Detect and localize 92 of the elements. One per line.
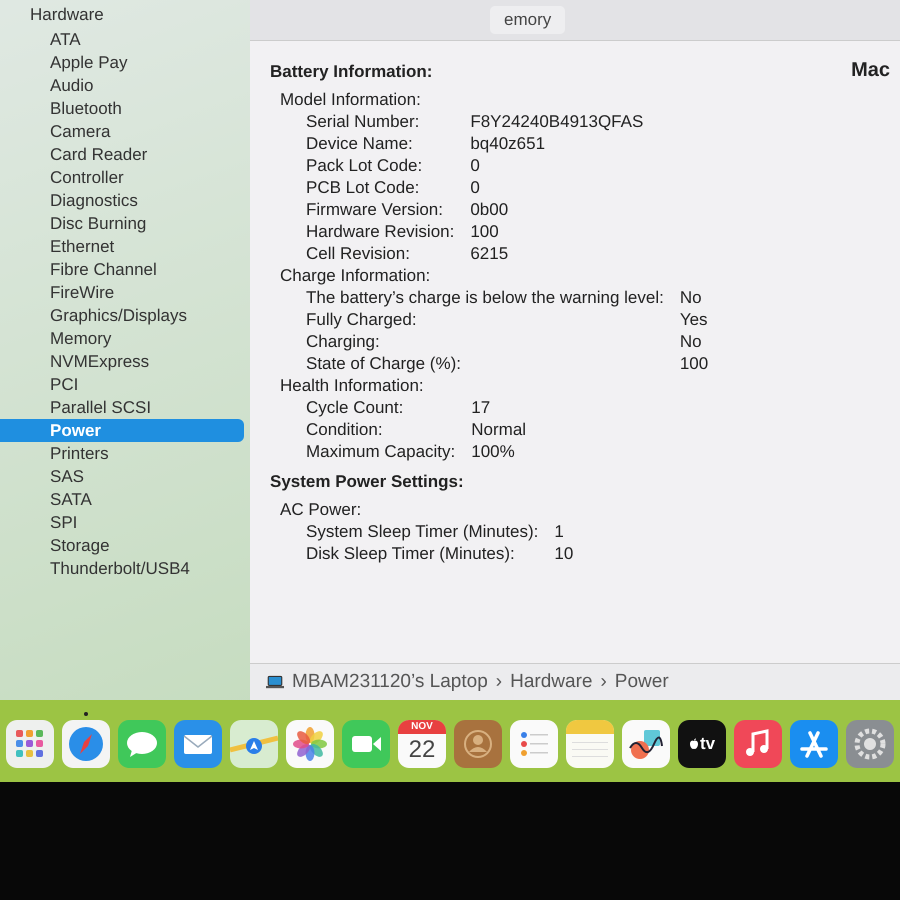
sidebar-item[interactable]: Storage [0, 534, 244, 557]
section-title: System Power Settings: [270, 471, 464, 493]
property-label: Device Name: [306, 133, 414, 155]
sidebar-item[interactable]: Parallel SCSI [0, 396, 244, 419]
sidebar-item[interactable]: Apple Pay [0, 51, 244, 74]
property-label: Disk Sleep Timer (Minutes): [306, 543, 516, 565]
segment-tab[interactable]: emory [490, 6, 566, 34]
sidebar-item[interactable]: Disc Burning [0, 212, 244, 235]
group-label: Model Information: [279, 89, 422, 111]
property-value: 100 [680, 353, 708, 375]
tv-label: tv [700, 734, 716, 754]
property-value: 0b00 [470, 199, 510, 221]
property-value: 17 [471, 397, 492, 419]
checklist-icon[interactable] [510, 720, 558, 768]
property-value: 100% [471, 441, 516, 463]
group-label: Charge Information: [279, 265, 432, 287]
property-value: 0 [470, 177, 481, 199]
property-value: bq40z651 [470, 133, 546, 155]
property-value: Yes [680, 309, 708, 331]
property-value: 6215 [470, 243, 510, 265]
path-crumb[interactable]: Hardware [510, 671, 592, 693]
property-label: Maximum Capacity: [306, 441, 456, 463]
notepad-icon[interactable] [566, 720, 614, 768]
property-value: No [680, 331, 703, 353]
property-label: The battery’s charge is below the warning level: [306, 287, 664, 309]
sidebar-item[interactable]: FireWire [0, 281, 244, 304]
map-icon[interactable] [230, 720, 278, 768]
property-label: System Sleep Timer (Minutes): [306, 521, 538, 543]
sidebar-item[interactable]: SATA [0, 488, 244, 511]
group-label: AC Power: [279, 499, 362, 521]
calendar-month: NOV [398, 720, 446, 734]
sidebar-item[interactable]: Audio [0, 74, 244, 97]
path-separator: › [600, 671, 607, 693]
path-separator: › [496, 671, 502, 693]
speech-bubble-icon[interactable] [118, 720, 166, 768]
group-label: Health Information: [279, 375, 425, 397]
letter-a-icon[interactable] [790, 720, 838, 768]
heading-text: Mac [851, 59, 890, 81]
property-label: Cell Revision: [306, 243, 411, 265]
scribble-icon[interactable] [622, 720, 670, 768]
property-label: Charging: [306, 331, 381, 353]
tv-app-icon[interactable]: tv [678, 720, 726, 768]
property-value: 100 [470, 221, 500, 243]
sidebar-group-label: Hardware [29, 4, 105, 26]
apple-logo-icon [688, 738, 699, 750]
sidebar-item[interactable]: Fibre Channel [0, 258, 244, 281]
sidebar-item[interactable]: Card Reader [0, 143, 244, 166]
sidebar-item[interactable]: Bluetooth [0, 97, 244, 120]
video-camera-icon[interactable] [342, 720, 390, 768]
section-title: Battery Information: [270, 61, 432, 83]
path-crumb[interactable]: MBAM231120’s Laptop [292, 671, 488, 693]
dock-item[interactable]: NOV 22 [398, 712, 446, 770]
calendar-icon[interactable]: NOV 22 [398, 720, 446, 768]
path-crumb[interactable]: Power [614, 671, 669, 693]
compass-icon[interactable] [62, 720, 110, 768]
app-grid-icon[interactable] [6, 720, 54, 768]
music-note-icon[interactable] [734, 720, 782, 768]
sidebar-item[interactable]: SAS [0, 465, 244, 488]
sidebar-item[interactable]: Diagnostics [0, 189, 244, 212]
laptop-icon [266, 675, 284, 689]
property-value: No [680, 287, 703, 309]
property-label: Firmware Version: [306, 199, 444, 221]
sidebar-item[interactable]: Memory [0, 327, 244, 350]
person-icon[interactable] [454, 720, 502, 768]
property-value: Normal [471, 419, 526, 441]
envelope-icon[interactable] [174, 720, 222, 768]
calendar-day: 22 [408, 734, 436, 766]
sidebar-item[interactable]: Camera [0, 120, 244, 143]
property-label: Fully Charged: [306, 309, 418, 331]
sidebar-item[interactable]: SPI [0, 511, 244, 534]
property-label: PCB Lot Code: [306, 177, 420, 199]
sidebar-item[interactable]: Controller [0, 166, 244, 189]
property-label: Condition: [306, 419, 384, 441]
property-label: Cycle Count: [306, 397, 404, 419]
sidebar-item[interactable]: NVMExpress [0, 350, 244, 373]
sidebar-item[interactable]: Thunderbolt/USB4 [0, 557, 244, 580]
property-value: F8Y24240B4913QFAS [470, 111, 644, 133]
property-value: 0 [470, 155, 481, 177]
sidebar-item[interactable]: Ethernet [0, 235, 244, 258]
sidebar-item[interactable]: PCI [0, 373, 244, 396]
property-label: Hardware Revision: [306, 221, 454, 243]
property-value: 1 [554, 521, 565, 543]
dock-item[interactable]: tv [678, 712, 726, 770]
sidebar-item[interactable]: Printers [0, 442, 244, 465]
gear-icon[interactable] [846, 720, 894, 768]
sidebar-item[interactable]: Graphics/Displays [0, 304, 244, 327]
property-label: Serial Number: [306, 111, 420, 133]
property-value: 10 [554, 543, 574, 565]
sidebar-item[interactable]: ATA [0, 28, 244, 51]
property-label: State of Charge (%): [306, 353, 462, 375]
property-label: Pack Lot Code: [306, 155, 424, 177]
flower-icon[interactable] [286, 720, 334, 768]
